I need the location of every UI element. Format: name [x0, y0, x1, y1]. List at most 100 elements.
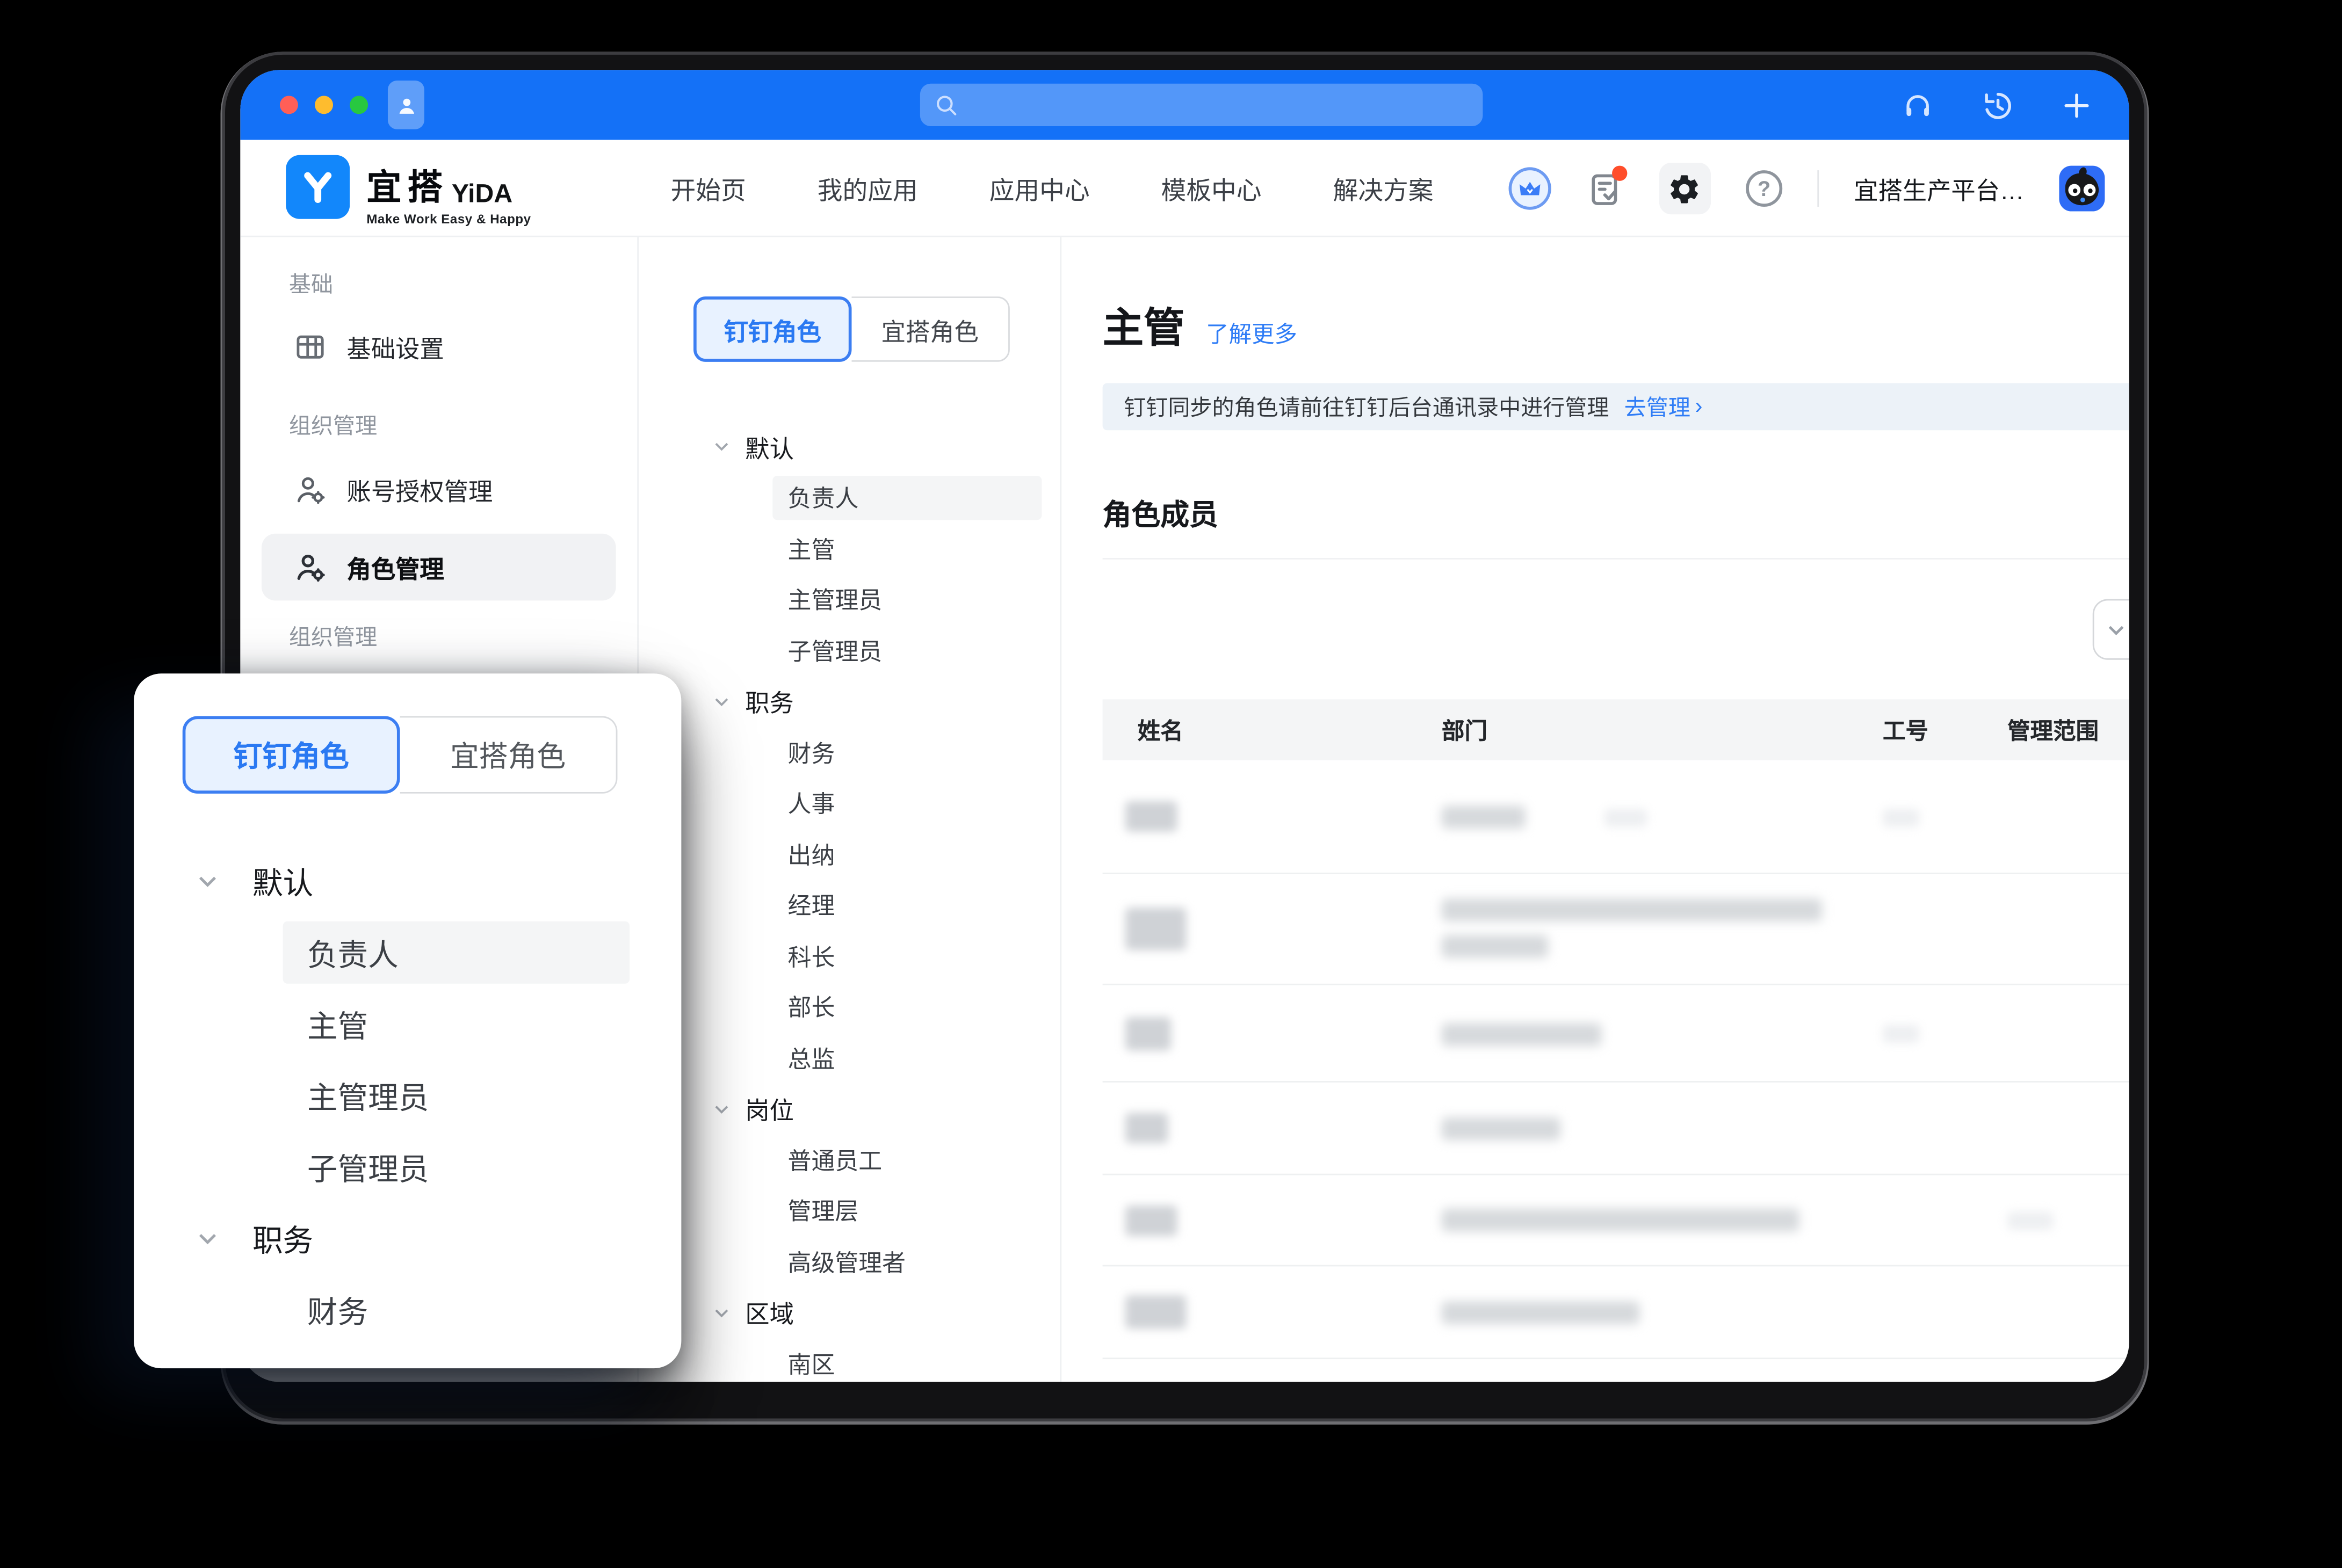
vip-crown-icon[interactable] [1509, 167, 1551, 209]
nav-item-solutions[interactable]: 解决方案 [1333, 170, 1434, 207]
learn-more-link[interactable]: 了解更多 [1206, 318, 1297, 350]
tree-item-management[interactable]: 管理层 [639, 1185, 1060, 1236]
table-row[interactable] [1103, 1175, 2129, 1267]
popup-tree-item-supervisor[interactable]: 主管 [134, 988, 681, 1059]
titlebar-avatar-chip[interactable] [388, 81, 424, 129]
tab-yida-roles[interactable]: 宜搭角色 [851, 296, 1009, 362]
table-row[interactable] [1103, 1083, 2129, 1175]
popup-role-tree: 默认 负责人 主管 主管理员 子管理员 职务 财务 [134, 845, 681, 1345]
sidebar-group-org2: 组织管理 [289, 620, 377, 652]
tree-item-senior-manager[interactable]: 高级管理者 [639, 1236, 1060, 1287]
plus-icon[interactable] [2061, 89, 2092, 121]
popup-tab-yida-roles[interactable]: 宜搭角色 [400, 716, 618, 793]
table-row[interactable] [1103, 985, 2129, 1083]
minimize-button[interactable] [315, 96, 333, 114]
tree-item-label: 南区 [788, 1347, 835, 1380]
redacted-department [1442, 1023, 1601, 1046]
tree-item-label: 财务 [307, 1288, 368, 1332]
tree-item-manager[interactable]: 经理 [639, 880, 1060, 931]
help-icon[interactable]: ? [1746, 170, 1782, 207]
sidebar-item-basic-settings[interactable]: 基础设置 [262, 313, 616, 380]
tree-item-label: 子管理员 [788, 634, 883, 667]
tree-item-main-admin[interactable]: 主管理员 [639, 574, 1060, 625]
chevron-right-icon: › [1695, 394, 1702, 419]
tree-item-label: 岗位 [745, 1091, 794, 1127]
tree-item-label: 职务 [252, 1216, 313, 1260]
tree-item-label: 科长 [788, 939, 835, 972]
redacted-department [1442, 898, 1822, 921]
clipped-edge-button[interactable] [2093, 599, 2129, 659]
tree-item-owner[interactable]: 负责人 [639, 472, 1060, 523]
tree-item-cashier[interactable]: 出纳 [639, 829, 1060, 880]
tree-item-director[interactable]: 总监 [639, 1032, 1060, 1083]
app-logo[interactable]: 宜搭 YiDA Make Work Easy & Happy [286, 155, 531, 227]
nav-item-template-center[interactable]: 模板中心 [1161, 170, 1262, 207]
tree-item-sub-admin[interactable]: 子管理员 [639, 625, 1060, 676]
tree-item-label: 出纳 [788, 837, 835, 870]
user-avatar[interactable] [2059, 166, 2105, 212]
chevron-down-icon [712, 437, 732, 456]
headphones-icon[interactable] [1901, 88, 1934, 121]
tree-item-label: 经理 [788, 888, 835, 921]
history-icon[interactable] [1980, 88, 2015, 122]
page-title: 主管 [1103, 295, 1185, 354]
sync-notice-banner: 钉钉同步的角色请前往钉钉后台通讯录中进行管理 去管理 › [1103, 383, 2129, 430]
tree-group-default[interactable]: 默认 [639, 421, 1060, 472]
tree-item-label: 普通员工 [788, 1143, 883, 1176]
popup-role-source-tabs: 钉钉角色 宜搭角色 [183, 716, 618, 793]
tree-item-minister[interactable]: 部长 [639, 982, 1060, 1033]
table-row[interactable] [1103, 760, 2129, 874]
todo-list-button[interactable] [1586, 170, 1624, 208]
tree-item-finance[interactable]: 财务 [639, 727, 1060, 778]
table-row[interactable] [1103, 874, 2129, 985]
go-manage-link[interactable]: 去管理 [1624, 391, 1690, 423]
redacted-cell [2007, 1211, 2053, 1230]
popup-tree-item-finance[interactable]: 财务 [134, 1274, 681, 1346]
nav-item-my-apps[interactable]: 我的应用 [818, 170, 918, 207]
chevron-down-icon [194, 868, 220, 894]
close-button[interactable] [280, 96, 298, 114]
redacted-department [1442, 1117, 1560, 1140]
popup-tree-item-sub-admin[interactable]: 子管理员 [134, 1131, 681, 1202]
tree-group-duty[interactable]: 职务 [639, 676, 1060, 727]
search-input[interactable] [968, 93, 1455, 116]
logo-text: 宜搭 YiDA Make Work Easy & Happy [366, 155, 531, 227]
popup-tab-dingtalk-roles[interactable]: 钉钉角色 [183, 716, 400, 793]
column-scope: 管理范围 [2007, 699, 2099, 760]
redacted-department [1442, 1209, 1799, 1231]
redacted-department [1442, 1302, 1639, 1324]
table-row[interactable] [1103, 1266, 2129, 1359]
chevron-down-icon [712, 691, 732, 711]
popup-tree-group-default[interactable]: 默认 [134, 845, 681, 917]
maximize-button[interactable] [350, 96, 368, 114]
popup-tree-item-owner[interactable]: 负责人 [134, 917, 681, 988]
sidebar-group-org: 组织管理 [289, 409, 377, 441]
tree-item-hr[interactable]: 人事 [639, 778, 1060, 829]
redacted-name [1125, 908, 1186, 950]
redacted-cell [1883, 1025, 1919, 1043]
popup-tree-group-duty[interactable]: 职务 [134, 1202, 681, 1274]
tree-item-regular-staff[interactable]: 普通员工 [639, 1134, 1060, 1185]
tree-item-section-chief[interactable]: 科长 [639, 931, 1060, 982]
workspace-name[interactable]: 宜搭生产平台… [1854, 170, 2024, 207]
tree-item-label: 主管理员 [788, 583, 883, 616]
zoom-callout-panel: 钉钉角色 宜搭角色 默认 负责人 主管 主管理员 子管理员 职务 财务 [134, 673, 681, 1368]
tree-group-region[interactable]: 区域 [639, 1287, 1060, 1338]
popup-tree-item-main-admin[interactable]: 主管理员 [134, 1059, 681, 1131]
chevron-down-icon [194, 1225, 220, 1251]
search-bar[interactable] [920, 84, 1483, 126]
tree-item-label: 部长 [788, 990, 835, 1023]
tree-item-supervisor[interactable]: 主管 [639, 523, 1060, 574]
sidebar-item-role-mgmt[interactable]: 角色管理 [262, 534, 616, 601]
sidebar-item-account-auth[interactable]: 账号授权管理 [262, 456, 616, 523]
tab-dingtalk-roles[interactable]: 钉钉角色 [693, 296, 851, 362]
tree-item-label: 人事 [788, 786, 835, 819]
column-department: 部门 [1442, 699, 1487, 760]
main-content: 主管 了解更多 钉钉同步的角色请前往钉钉后台通讯录中进行管理 去管理 › 角色成… [1061, 237, 2129, 1382]
nav-item-start[interactable]: 开始页 [671, 170, 746, 207]
app-header: 宜搭 YiDA Make Work Easy & Happy 开始页 我的应用 … [240, 140, 2129, 237]
tree-item-south-region[interactable]: 南区 [639, 1338, 1060, 1382]
tree-group-post[interactable]: 岗位 [639, 1083, 1060, 1134]
settings-button[interactable] [1659, 163, 1711, 214]
nav-item-app-center[interactable]: 应用中心 [989, 170, 1090, 207]
